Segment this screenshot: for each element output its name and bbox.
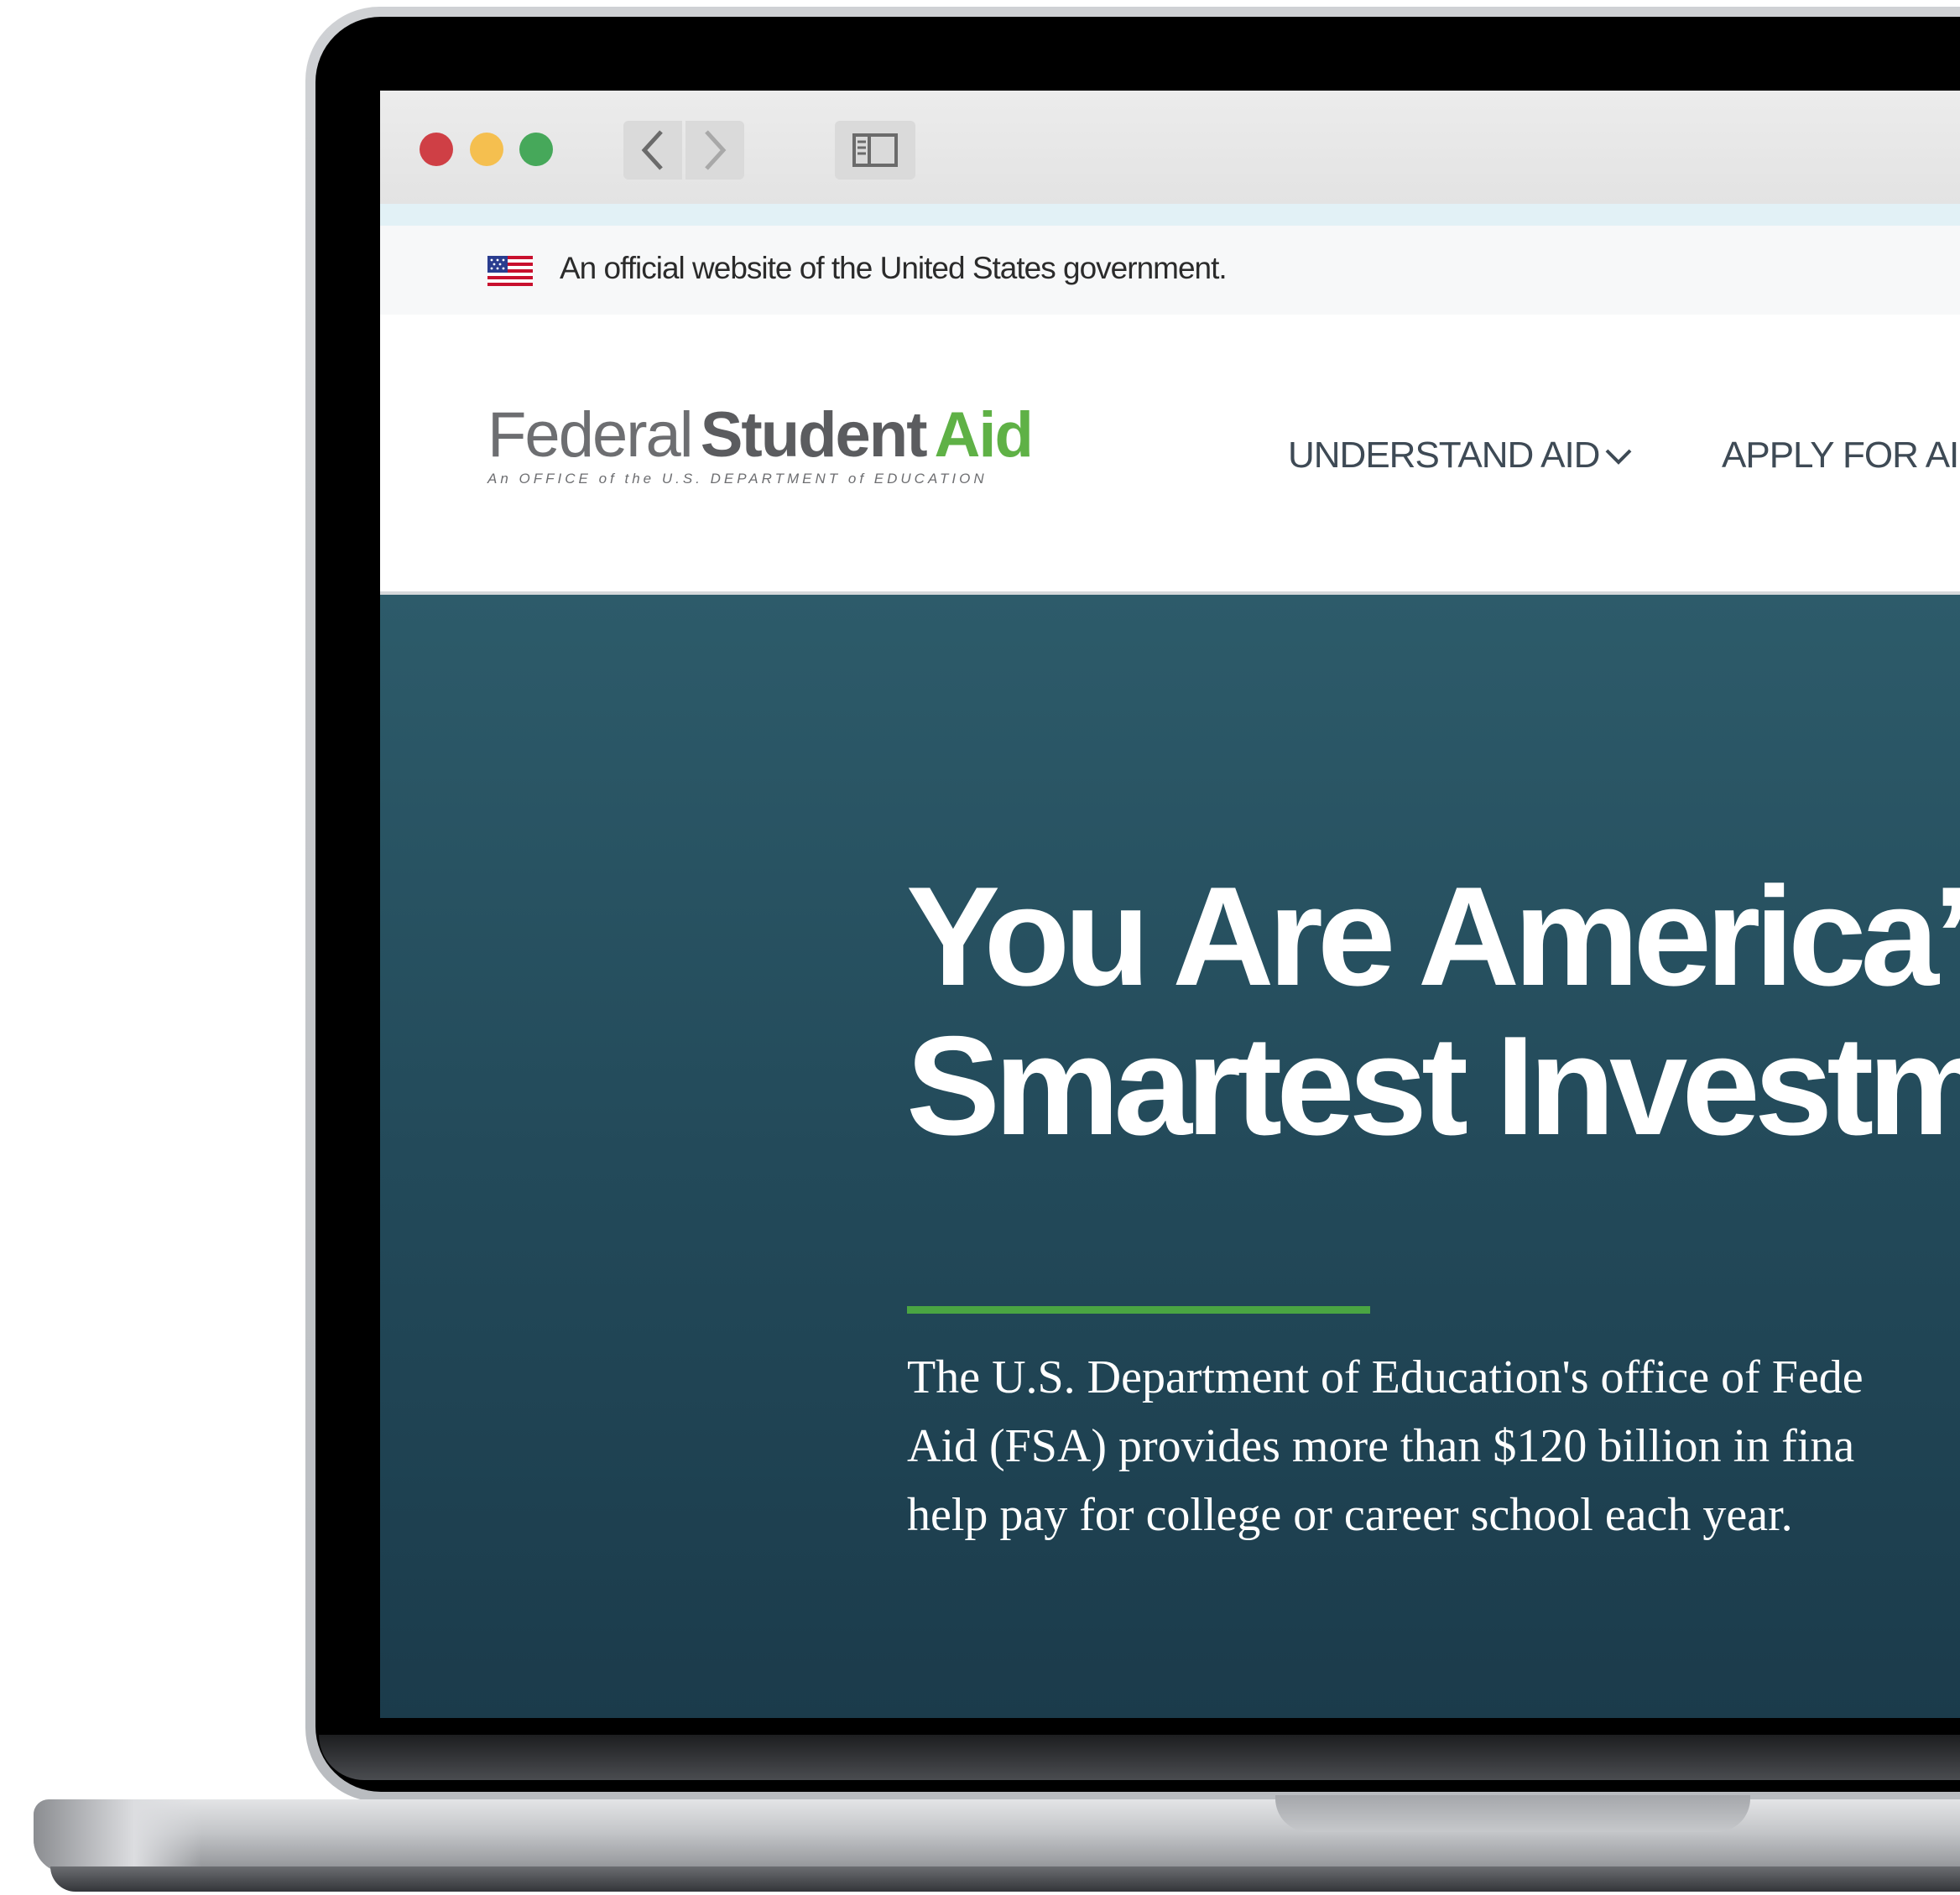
logo-student: Student (700, 399, 928, 471)
chevron-down-icon[interactable] (1603, 447, 1634, 467)
chevron-left-icon (641, 130, 663, 170)
logo-subtitle: An OFFICE of the U.S. DEPARTMENT of EDUC… (487, 471, 988, 487)
logo-aid: Aid (934, 399, 1034, 471)
hero-body-line-1: The U.S. Department of Education's offic… (907, 1351, 1864, 1403)
back-button[interactable] (623, 121, 682, 180)
fsa-logo[interactable]: Federal Student Aid An OFFICE of the U.S. … (487, 399, 1034, 487)
site-header: Federal Student Aid An OFFICE of the U.S. … (380, 315, 1960, 595)
close-window-button[interactable] (420, 133, 453, 166)
nav-apply-for-aid[interactable]: APPLY FOR AID (1722, 435, 1960, 476)
laptop-hinge-notch (1275, 1795, 1750, 1832)
logo-federal: Federal (487, 399, 694, 471)
sidebar-toggle-button[interactable] (835, 121, 915, 180)
gov-banner-text: An official website of the United States… (560, 251, 1228, 285)
address-strip (380, 204, 1960, 226)
minimize-window-button[interactable] (470, 133, 503, 166)
hero-body: The U.S. Department of Education's offic… (907, 1343, 1960, 1549)
us-flag-icon (487, 256, 533, 286)
hero-body-line-2: Aid (FSA) provides more than $120 billio… (907, 1420, 1855, 1472)
hero-divider (907, 1306, 1370, 1314)
zoom-window-button[interactable] (519, 133, 553, 166)
hero-section: You Are America’s Smartest Investme The U… (380, 595, 1960, 1718)
nav-understand-aid[interactable]: UNDERSTAND AID (1288, 435, 1600, 476)
hero-title-line-1: You Are America’s (906, 857, 1960, 1015)
laptop-mockup: An official website of the United States… (0, 0, 1960, 1895)
chevron-right-icon (705, 130, 727, 170)
hero-title-line-2: Smartest Investme (906, 1007, 1960, 1164)
sidebar-toggle-icon (852, 133, 898, 167)
hero-body-line-3: help pay for college or career school ea… (907, 1489, 1793, 1541)
forward-button[interactable] (685, 121, 744, 180)
laptop-base-bottom (50, 1866, 1960, 1892)
browser-window: An official website of the United States… (380, 91, 1960, 1718)
hero-title: You Are America’s Smartest Investme (906, 862, 1960, 1160)
bezel-bottom (319, 1735, 1960, 1780)
laptop-base-edge (34, 1799, 201, 1873)
logo-wordmark: Federal Student Aid (487, 399, 1034, 471)
gov-banner: An official website of the United States… (380, 226, 1960, 315)
browser-toolbar (380, 91, 1960, 204)
